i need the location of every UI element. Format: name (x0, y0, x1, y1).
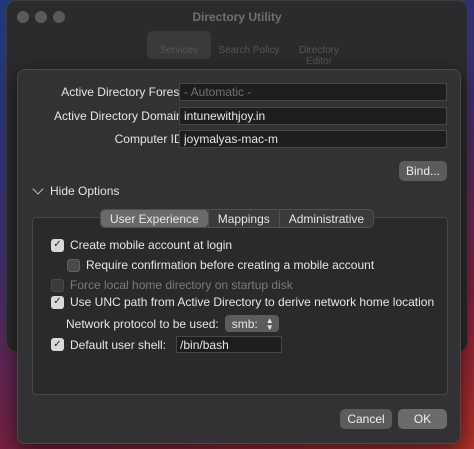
toolbar-services[interactable]: Services (147, 31, 211, 59)
window-titlebar: Directory Utility Services Search Policy… (7, 1, 467, 67)
default-shell-row: ✓ Default user shell: (51, 336, 283, 353)
bind-button[interactable]: Bind... (399, 161, 447, 181)
create-mobile-label: Create mobile account at login (70, 238, 233, 252)
require-confirm-checkbox[interactable] (67, 258, 80, 272)
force-local-label: Force local home directory on startup di… (70, 278, 293, 292)
domain-label: Active Directory Domain: (53, 109, 186, 123)
options-tabs: User Experience Mappings Administrative (100, 209, 375, 228)
toolbar-search-policy[interactable]: Search Policy (217, 31, 281, 59)
use-unc-label: Use UNC path from Active Directory to de… (70, 295, 435, 309)
tab-administrative[interactable]: Administrative (278, 210, 373, 227)
use-unc-checkbox[interactable]: ✓ (51, 295, 64, 309)
hide-options-toggle[interactable]: Hide Options (32, 183, 120, 198)
default-shell-input[interactable] (176, 336, 283, 353)
protocol-value: smb: (231, 316, 258, 331)
hide-options-label: Hide Options (50, 184, 120, 198)
tab-mappings[interactable]: Mappings (207, 210, 279, 227)
computer-id-input[interactable] (179, 130, 447, 148)
updown-chevron-icon: ▲ ▼ (265, 315, 274, 332)
chevron-down-icon (32, 183, 44, 195)
ok-button[interactable]: OK (398, 409, 447, 429)
forest-input[interactable] (179, 83, 447, 101)
require-confirm-label: Require confirmation before creating a m… (86, 258, 375, 272)
use-unc-row: ✓ Use UNC path from Active Directory to … (51, 295, 434, 309)
default-shell-label: Default user shell: (70, 337, 167, 352)
toolbar-directory-editor[interactable]: Directory Editor (287, 31, 351, 67)
create-mobile-row: ✓ Create mobile account at login (51, 238, 232, 252)
default-shell-checkbox[interactable]: ✓ (51, 338, 64, 351)
domain-input[interactable] (179, 107, 447, 125)
forest-label: Active Directory Forest: (61, 85, 186, 99)
computer-id-label: Computer ID: (114, 132, 186, 146)
create-mobile-checkbox[interactable]: ✓ (51, 238, 64, 252)
force-local-row: Force local home directory on startup di… (51, 278, 293, 292)
require-confirm-row: Require confirmation before creating a m… (67, 258, 374, 272)
protocol-row: Network protocol to be used: smb: ▲ ▼ (66, 315, 279, 332)
protocol-label: Network protocol to be used: (66, 316, 219, 331)
protocol-select[interactable]: smb: ▲ ▼ (224, 315, 279, 332)
active-directory-sheet: Active Directory Forest: Active Director… (17, 69, 461, 444)
window-toolbar: Services Search Policy Directory Editor (147, 31, 351, 67)
window-title: Directory Utility (192, 10, 282, 24)
tab-user-experience[interactable]: User Experience (101, 210, 208, 227)
force-local-checkbox (51, 278, 64, 292)
cancel-button[interactable]: Cancel (340, 409, 392, 429)
